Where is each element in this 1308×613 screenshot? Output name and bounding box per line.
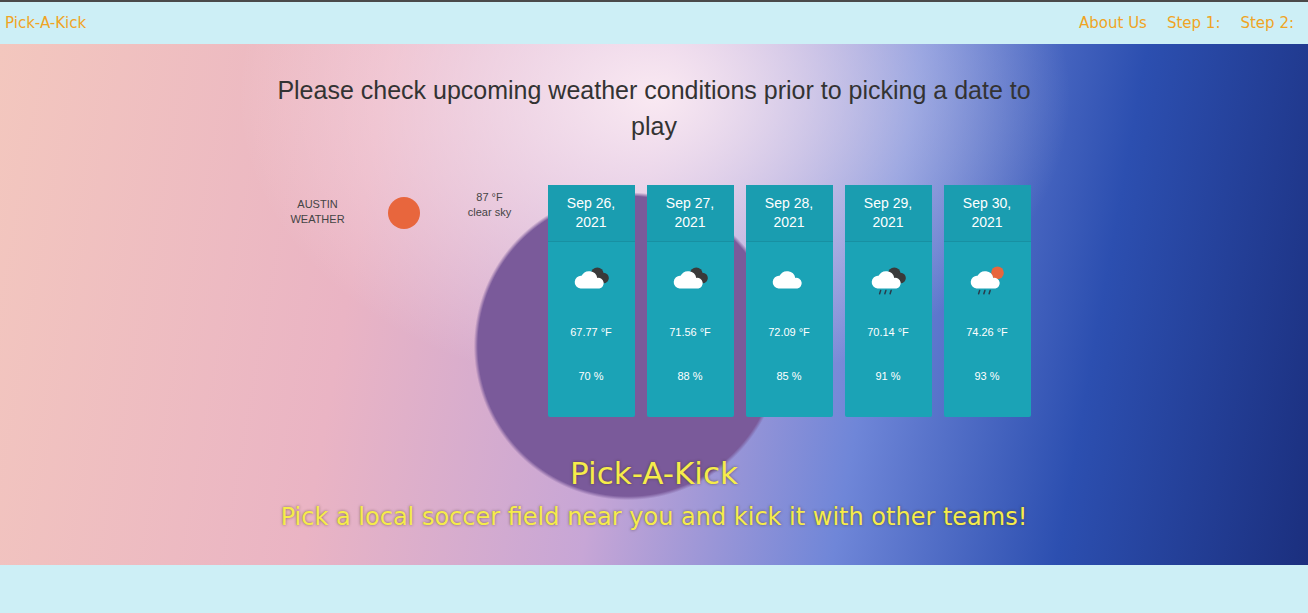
footer-strip xyxy=(0,565,1308,613)
forecast-body: 70.14 °F 91 % xyxy=(845,242,932,417)
current-weather xyxy=(364,185,444,229)
weather-icon xyxy=(867,262,909,296)
nav-link[interactable]: About Us xyxy=(1079,14,1147,32)
forecast-temp: 70.14 °F xyxy=(867,326,909,338)
forecast-body: 72.09 °F 85 % xyxy=(746,242,833,417)
hero: Please check upcoming weather conditions… xyxy=(0,44,1308,565)
brand-link[interactable]: Pick-A-Kick xyxy=(5,14,86,32)
forecast-humidity: 93 % xyxy=(974,370,999,382)
weather-heading: Please check upcoming weather conditions… xyxy=(269,72,1039,145)
forecast-card: Sep 28, 2021 72.09 °F 85 % xyxy=(746,185,833,417)
forecast-date: Sep 30, 2021 xyxy=(944,185,1031,242)
forecast-humidity: 88 % xyxy=(677,370,702,382)
forecast-temp: 72.09 °F xyxy=(768,326,810,338)
current-description: clear sky xyxy=(468,205,511,221)
hero-title: Pick-A-Kick xyxy=(570,455,738,491)
forecast-list: Sep 26, 202167.77 °F70 %Sep 27, 202171.5… xyxy=(548,185,1031,417)
weather-icon xyxy=(570,262,612,296)
forecast-humidity: 85 % xyxy=(776,370,801,382)
sun-icon xyxy=(388,197,420,229)
current-temp: 87 °F xyxy=(476,190,502,206)
forecast-date: Sep 26, 2021 xyxy=(548,185,635,242)
forecast-date: Sep 28, 2021 xyxy=(746,185,833,242)
forecast-date: Sep 27, 2021 xyxy=(647,185,734,242)
forecast-card: Sep 30, 2021 74.26 °F 93 % xyxy=(944,185,1031,417)
forecast-temp: 74.26 °F xyxy=(966,326,1008,338)
forecast-card: Sep 29, 2021 70.14 °F 91 % xyxy=(845,185,932,417)
forecast-body: 71.56 °F 88 % xyxy=(647,242,734,417)
forecast-temp: 71.56 °F xyxy=(669,326,711,338)
forecast-humidity: 70 % xyxy=(578,370,603,382)
weather-icon xyxy=(966,262,1008,296)
city-label: AUSTIN WEATHER xyxy=(278,197,358,229)
forecast-temp: 67.77 °F xyxy=(570,326,612,338)
nav-link[interactable]: Step 2: xyxy=(1240,14,1294,32)
nav-bar: Pick-A-Kick About Us Step 1: Step 2: xyxy=(0,0,1308,44)
forecast-body: 67.77 °F 70 % xyxy=(548,242,635,417)
forecast-body: 74.26 °F 93 % xyxy=(944,242,1031,417)
weather-icon xyxy=(768,262,810,296)
nav-links: About Us Step 1: Step 2: xyxy=(1079,14,1294,32)
page: Pick-A-Kick About Us Step 1: Step 2: Please … xyxy=(0,0,1308,613)
forecast-card: Sep 27, 2021 71.56 °F 88 % xyxy=(647,185,734,417)
forecast-card: Sep 26, 2021 67.77 °F 70 % xyxy=(548,185,635,417)
hero-subtitle: Pick a local soccer field near you and k… xyxy=(281,503,1028,531)
forecast-date: Sep 29, 2021 xyxy=(845,185,932,242)
nav-link[interactable]: Step 1: xyxy=(1167,14,1221,32)
weather-icon xyxy=(669,262,711,296)
current-conditions: 87 °Fclear sky xyxy=(450,190,530,222)
forecast-humidity: 91 % xyxy=(875,370,900,382)
weather-row: AUSTIN WEATHER 87 °Fclear sky Sep 26, 2021… xyxy=(278,185,1031,417)
